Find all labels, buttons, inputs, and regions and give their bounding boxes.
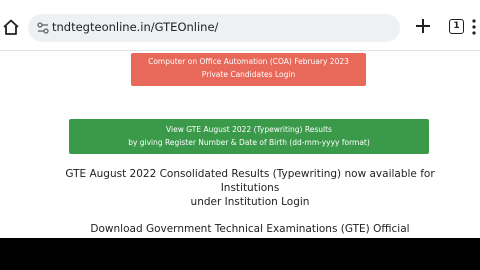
- coa-banner-line2: Private Candidates Login: [201, 70, 296, 79]
- home-icon[interactable]: [2, 18, 20, 36]
- browser-toolbar: tndtegteonline.in/GTEOnline/ 1: [0, 0, 480, 51]
- site-info-icon[interactable]: [36, 21, 50, 35]
- letterbox-bar: [0, 238, 480, 270]
- new-tab-icon[interactable]: [413, 16, 433, 36]
- consolidated-results-notice: GTE August 2022 Consolidated Results (Ty…: [60, 167, 440, 209]
- gte-results-banner[interactable]: View GTE August 2022 (Typewriting) Resul…: [69, 119, 429, 154]
- menu-icon[interactable]: [472, 19, 476, 35]
- download-heading: Download Government Technical Examinatio…: [90, 223, 410, 235]
- notice-line2: Institutions: [220, 182, 280, 194]
- tab-switcher-icon[interactable]: 1: [449, 19, 464, 34]
- coa-banner-line1: Computer on Office Automation (COA) Febr…: [148, 57, 349, 66]
- gte-banner-line2: by giving Register Number & Date of Birt…: [128, 138, 370, 147]
- url-text[interactable]: tndtegteonline.in/GTEOnline/: [52, 20, 218, 34]
- coa-login-banner[interactable]: Computer on Office Automation (COA) Febr…: [131, 53, 366, 86]
- notice-line1: GTE August 2022 Consolidated Results (Ty…: [65, 168, 435, 180]
- notice-line3: under Institution Login: [190, 196, 310, 208]
- gte-banner-line1: View GTE August 2022 (Typewriting) Resul…: [166, 125, 332, 134]
- address-bar[interactable]: tndtegteonline.in/GTEOnline/: [28, 14, 400, 42]
